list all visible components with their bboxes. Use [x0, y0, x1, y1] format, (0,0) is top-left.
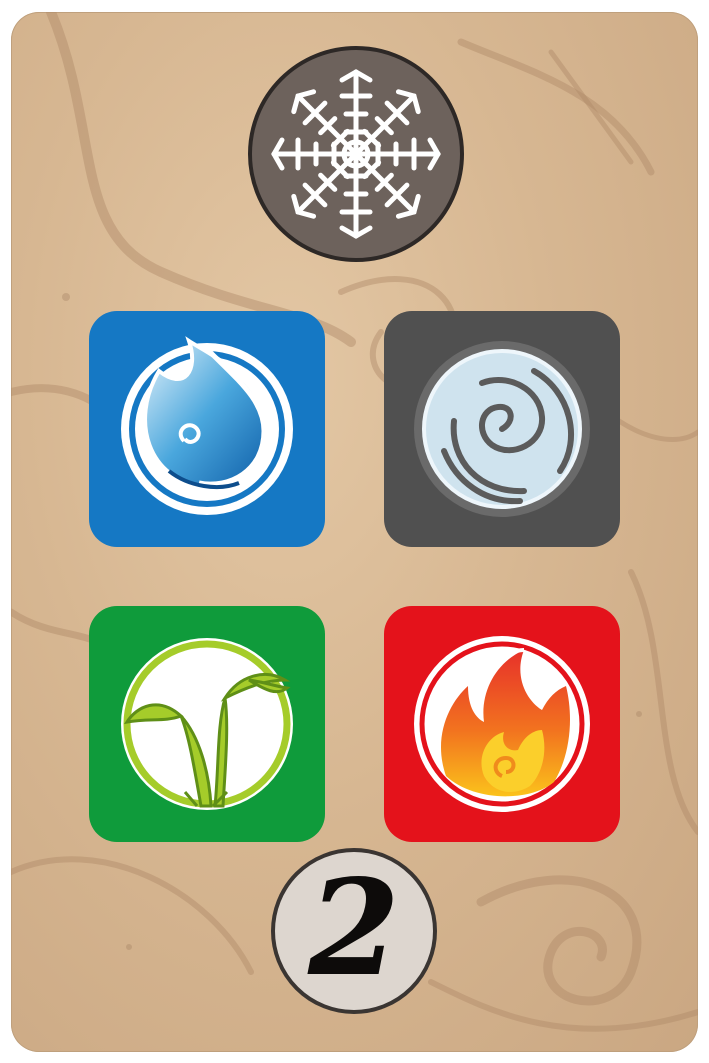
- water-drop-icon: [121, 336, 293, 515]
- rune-medallion: [248, 46, 464, 262]
- air-element-tile[interactable]: [384, 311, 620, 547]
- number-token: 2: [271, 848, 437, 1014]
- earth-sprout-icon: [121, 638, 293, 810]
- water-element-tile[interactable]: [89, 311, 325, 547]
- element-card[interactable]: 2: [11, 12, 698, 1052]
- aegishjalmur-rune-icon: [252, 69, 460, 258]
- earth-element-tile[interactable]: [89, 606, 325, 842]
- fire-flame-icon: [414, 636, 590, 812]
- fire-element-tile[interactable]: [384, 606, 620, 842]
- card-number: 2: [308, 851, 400, 1006]
- air-swirl-icon: [414, 341, 590, 517]
